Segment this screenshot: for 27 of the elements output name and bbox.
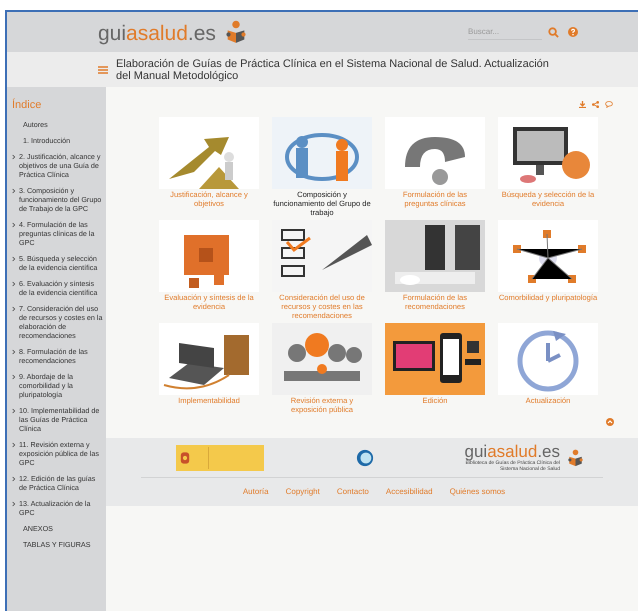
help-icon[interactable] xyxy=(568,27,578,37)
chevron-icon xyxy=(12,348,16,354)
comment-icon[interactable] xyxy=(605,101,613,108)
chevron-icon xyxy=(12,500,16,506)
logo-text: guiasalud.es xyxy=(98,23,216,44)
document-title: Elaboración de Guías de Práctica Clínica en el Sistema Nacional de Salud. Actualización del Manual Metodológico xyxy=(116,58,550,82)
chevron-icon xyxy=(12,256,16,262)
chevron-icon xyxy=(12,476,16,482)
download-icon[interactable] xyxy=(579,101,586,108)
chevron-icon xyxy=(12,306,16,312)
chevron-icon xyxy=(12,188,16,194)
menu-icon[interactable] xyxy=(98,66,108,74)
chevron-icon xyxy=(12,222,16,228)
logo-text: guiasalud.es xyxy=(464,443,560,460)
chevron-icon xyxy=(12,154,16,160)
sidebar-heading: Índice xyxy=(12,98,42,113)
reader-icon xyxy=(568,448,583,466)
share-icon[interactable] xyxy=(592,101,599,108)
chevron-icon xyxy=(12,442,16,448)
reader-icon xyxy=(226,20,246,44)
chevron-icon xyxy=(12,280,16,286)
chevron-icon xyxy=(12,374,16,380)
search-icon[interactable] xyxy=(548,26,559,38)
search-field[interactable]: Buscar... xyxy=(468,24,542,40)
chevron-icon xyxy=(12,408,16,414)
circle-logo-icon xyxy=(356,448,374,466)
scroll-up-icon[interactable] xyxy=(606,418,614,426)
